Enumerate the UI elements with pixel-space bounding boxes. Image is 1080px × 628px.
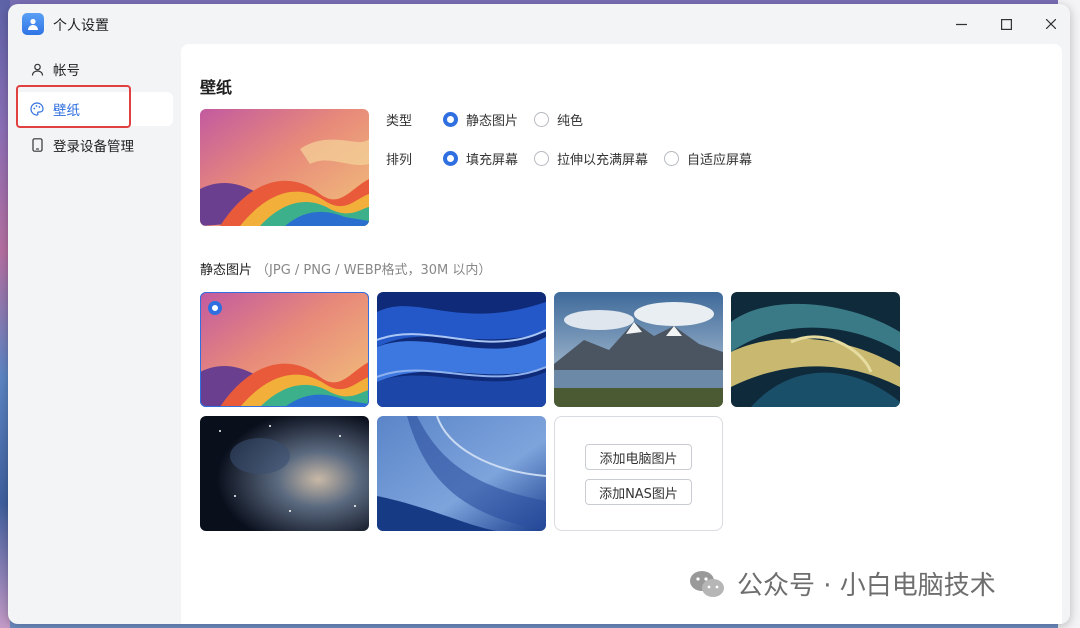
arrange-row: 排列 填充屏幕 拉伸以充满屏幕 自适应屏幕 (386, 149, 768, 168)
radio-fit-screen[interactable]: 自适应屏幕 (664, 149, 752, 168)
sidebar-item-label: 登录设备管理 (53, 139, 134, 155)
window-title: 个人设置 (53, 18, 109, 34)
radio-label: 自适应屏幕 (687, 153, 753, 168)
type-row: 类型 静态图片 纯色 (386, 110, 599, 129)
wallpaper-thumb-blue-waves[interactable] (377, 292, 546, 407)
radio-solid-color[interactable]: 纯色 (534, 110, 583, 129)
radio-unselected-icon (534, 151, 550, 166)
close-button[interactable] (1041, 14, 1061, 34)
wallpaper-thumb-nebula-space[interactable] (200, 416, 369, 531)
sidebar-item-device-management[interactable]: 登录设备管理 (16, 128, 173, 162)
sidebar-item-label: 帐号 (53, 63, 80, 79)
wallpaper-thumb-mountain-lake[interactable] (554, 292, 723, 407)
wallpaper-thumb-teal-gold-swirl[interactable] (731, 292, 900, 407)
radio-stretch-screen[interactable]: 拉伸以充满屏幕 (534, 149, 648, 168)
add-wallpaper-panel: 添加电脑图片 添加NAS图片 (554, 416, 723, 531)
title-bar: 个人设置 (8, 4, 1070, 44)
user-icon (30, 62, 44, 76)
type-label: 类型 (386, 114, 413, 129)
wallpaper-panel: 壁纸 类型 静态图片 纯色 排列 填充屏幕 拉伸以充满屏幕 自适应屏幕 静态图片… (181, 44, 1062, 624)
radio-unselected-icon (664, 151, 680, 166)
wechat-logo-icon (689, 569, 725, 599)
app-icon (22, 13, 44, 35)
radio-selected-icon (443, 151, 458, 166)
radio-unselected-icon (534, 112, 550, 127)
gallery-title-text: 静态图片 (200, 263, 253, 278)
wallpaper-thumb-rainbow-swirl[interactable] (200, 292, 369, 407)
radio-label: 静态图片 (466, 114, 519, 129)
maximize-button[interactable] (996, 14, 1016, 34)
gallery-format-hint: （JPG / PNG / WEBP格式，30M 以内） (256, 263, 492, 278)
radio-static-image[interactable]: 静态图片 (443, 110, 518, 129)
wallpaper-preview (200, 109, 369, 226)
radio-fill-screen[interactable]: 填充屏幕 (443, 149, 518, 168)
watermark-text: 公众号 · 小白电脑技术 (737, 571, 996, 601)
annotation-highlight-box (16, 85, 131, 128)
sidebar: 帐号 壁纸 登录设备管理 (8, 44, 180, 624)
radio-label: 拉伸以充满屏幕 (557, 153, 649, 168)
arrange-label: 排列 (386, 153, 413, 168)
radio-selected-icon (443, 112, 458, 127)
add-nas-image-button[interactable]: 添加NAS图片 (585, 479, 692, 505)
settings-window: 个人设置 帐号 壁纸 登录设备管理 壁纸 类型 静态图片 纯色 排列 填充屏幕 … (8, 4, 1070, 624)
gallery-title: 静态图片 （JPG / PNG / WEBP格式，30M 以内） (200, 259, 491, 278)
sidebar-item-account[interactable]: 帐号 (16, 52, 173, 86)
add-computer-image-button[interactable]: 添加电脑图片 (585, 444, 692, 470)
minimize-button[interactable] (951, 14, 971, 34)
device-icon (30, 138, 44, 152)
page-title: 壁纸 (200, 78, 233, 97)
selected-radio-icon (208, 301, 222, 315)
radio-label: 填充屏幕 (466, 153, 519, 168)
wallpaper-thumb-blue-curves[interactable] (377, 416, 546, 531)
radio-label: 纯色 (557, 114, 584, 129)
watermark: 公众号 · 小白电脑技术 (689, 565, 996, 602)
